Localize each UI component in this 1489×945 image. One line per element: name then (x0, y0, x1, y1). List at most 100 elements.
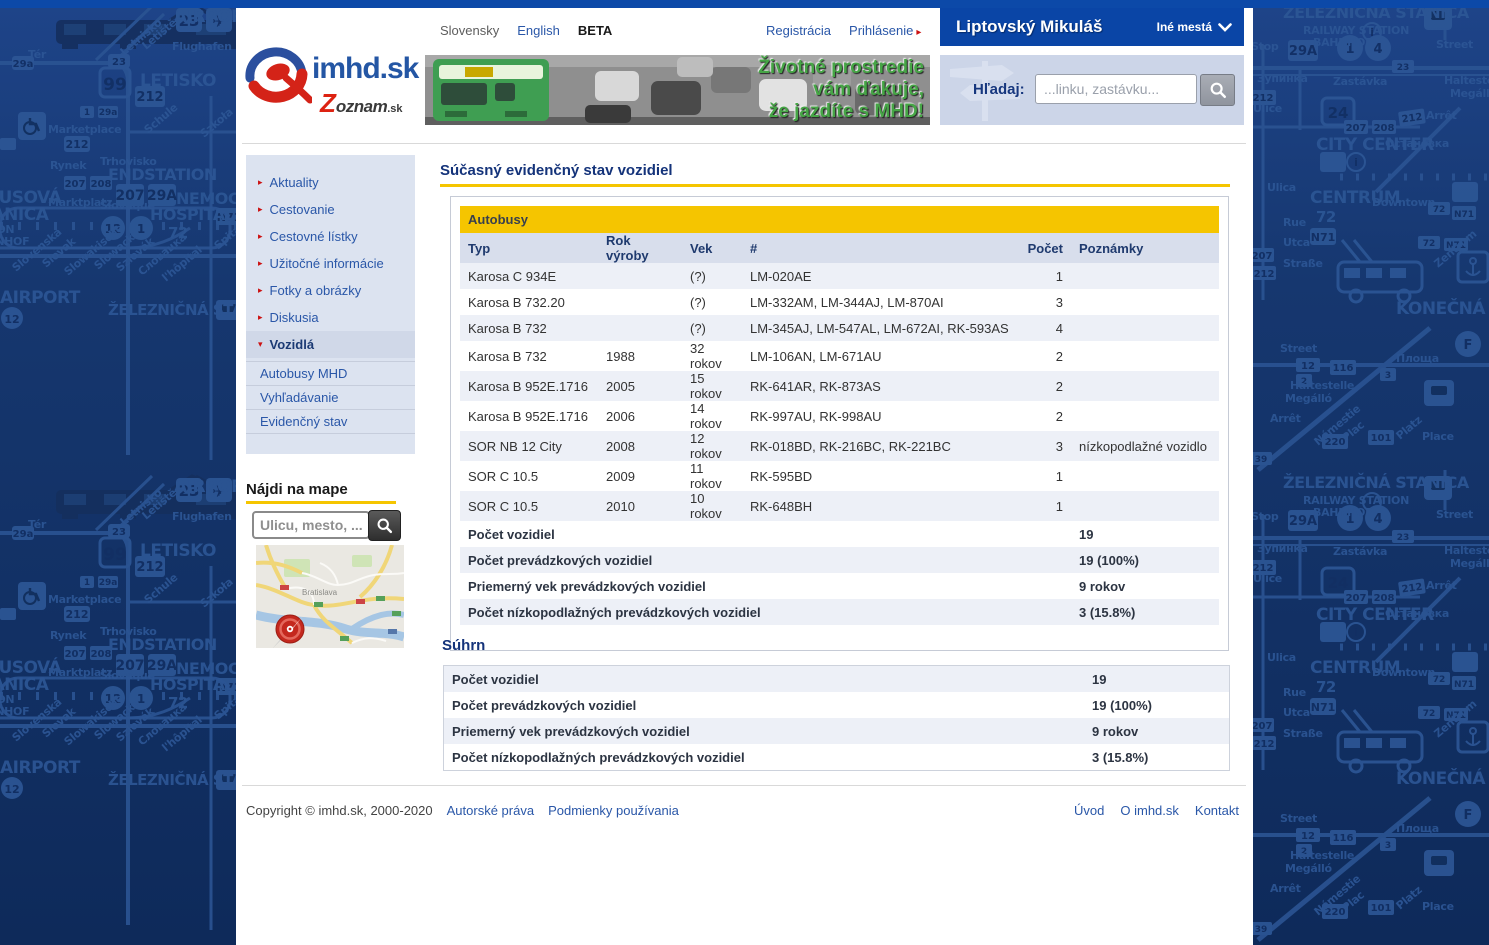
sidebar-subitem-evidencny-stav[interactable]: Evidenčný stav (246, 409, 415, 433)
find-on-map-underline (246, 501, 396, 504)
col-header-poznamky: Poznámky (1071, 233, 1219, 263)
col-header-vek: Vek (682, 233, 742, 263)
cell-pocet: 1 (1019, 491, 1071, 521)
sidebar-item-fotky[interactable]: ▸Fotky a obrázky (246, 277, 415, 304)
vehicle-row: SOR NB 12 City200812 rokovRK-018BD, RK-2… (460, 431, 1219, 461)
sidebar-subitem-vyhladavanie[interactable]: Vyhľadávanie (246, 385, 415, 409)
vehicle-row: Karosa B 952E.1716200614 rokovRK-997AU, … (460, 401, 1219, 431)
stat-label: Počet prevádzkových vozidiel (460, 547, 1071, 573)
footer-link-autorske-prava[interactable]: Autorské práva (447, 803, 534, 818)
vehicle-row: Karosa B 732198832 rokovLM-106AN, LM-671… (460, 341, 1219, 371)
cell-rok-vyroby (598, 289, 682, 315)
map-search-button[interactable] (368, 510, 401, 541)
cell-plates: LM-020AE (742, 263, 1019, 289)
green-bus-icon (433, 59, 549, 121)
stat-label: Priemerný vek prevádzkových vozidiel (460, 573, 1071, 599)
title-underline (440, 184, 1230, 187)
sidebar-item-cestovanie[interactable]: ▸Cestovanie (246, 196, 415, 223)
registration-link[interactable]: Registrácia (766, 23, 831, 38)
search-input[interactable] (1035, 74, 1197, 104)
vehicle-row: Karosa C 934E (?)LM-020AE1 (460, 263, 1219, 289)
banner-slogan: Životné prostredie vám ďakuje, že jazdít… (758, 57, 924, 123)
header-divider (242, 143, 1246, 144)
imhd-logo-icon[interactable] (240, 38, 312, 104)
sidebar-subitem-autobusy-mhd[interactable]: Autobusy MHD (246, 361, 415, 385)
submenu-end-divider (246, 433, 415, 442)
copyright-text: Copyright © imhd.sk, 2000-2020 (246, 803, 433, 818)
zoznam-logo[interactable]: Zoznam.sk (320, 88, 403, 119)
sidebar-menu: ▸Aktuality ▸Cestovanie ▸Cestovné lístky … (246, 155, 415, 454)
summary-label: Počet nízkopodlažných prevádzkových vozi… (444, 744, 1084, 770)
other-cities-label[interactable]: Iné mestá (1157, 20, 1212, 34)
cell-pocet: 1 (1019, 263, 1071, 289)
vozidla-submenu: Autobusy MHD Vyhľadávanie Evidenčný stav (246, 361, 415, 442)
cell-rok-vyroby: 2005 (598, 371, 682, 401)
vehicle-row: Karosa B 732.20(?)LM-332AM, LM-344AJ, LM… (460, 289, 1219, 315)
map-thumbnail[interactable]: Bratislava (256, 545, 404, 648)
cell-plates: RK-018BD, RK-216BC, RK-221BC (742, 431, 1019, 461)
sidebar-item-diskusia[interactable]: ▸Diskusia (246, 304, 415, 331)
cell-plates: RK-641AR, RK-873AS (742, 371, 1019, 401)
cell-typ: Karosa C 934E (460, 263, 598, 289)
summary-value: 19 (1084, 666, 1229, 692)
cell-plates: RK-648BH (742, 491, 1019, 521)
stat-value: 19 (1071, 521, 1219, 547)
autobusy-table-box: Autobusy Typ Rok výroby Vek # Počet Pozn… (450, 196, 1229, 651)
sidebar-item-cestovne-listky[interactable]: ▸Cestovné lístky (246, 223, 415, 250)
sidebar-item-aktuality[interactable]: ▸Aktuality (246, 169, 415, 196)
cell-plates: LM-106AN, LM-671AU (742, 341, 1019, 371)
cell-poznamky: nízkopodlažné vozidlo (1071, 431, 1219, 461)
cell-pocet: 2 (1019, 371, 1071, 401)
summary-row: Počet nízkopodlažných prevádzkových vozi… (444, 744, 1229, 770)
summary-value: 3 (15.8%) (1084, 744, 1229, 770)
cell-poznamky (1071, 461, 1219, 491)
cell-typ: SOR C 10.5 (460, 461, 598, 491)
suhrn-title: Súhrn (442, 637, 485, 654)
sidebar-item-uzitocne-informacie[interactable]: ▸Užitočné informácie (246, 250, 415, 277)
cell-pocet: 2 (1019, 401, 1071, 431)
cell-vek: (?) (682, 289, 742, 315)
cell-typ: Karosa B 732 (460, 341, 598, 371)
lang-english-link[interactable]: English (517, 23, 560, 38)
language-switcher: Slovensky English BETA (440, 23, 612, 38)
summary-label: Priemerný vek prevádzkových vozidiel (444, 718, 1084, 744)
footer-link-o-imhd[interactable]: O imhd.sk (1120, 803, 1179, 818)
search-button[interactable] (1200, 74, 1235, 106)
content-panel: Slovensky English BETA Registrácia Prihl… (236, 8, 1253, 945)
col-header-rok: Rok výroby (598, 233, 682, 263)
cell-poznamky (1071, 491, 1219, 521)
cell-rok-vyroby (598, 315, 682, 341)
sidebar-item-vozidla[interactable]: ▾Vozidlá (246, 331, 415, 358)
cell-typ: SOR C 10.5 (460, 491, 598, 521)
chevron-down-icon (1218, 23, 1232, 32)
current-city: Liptovský Mikuláš (956, 17, 1157, 37)
site-logo-text[interactable]: imhd.sk (312, 52, 418, 86)
autobusy-table: Autobusy Typ Rok výroby Vek # Počet Pozn… (460, 206, 1219, 625)
cell-typ: SOR NB 12 City (460, 431, 598, 461)
login-link[interactable]: Prihlásenie (849, 23, 913, 38)
map-search-input[interactable] (252, 511, 370, 539)
stat-row: Počet nízkopodlažných prevádzkových vozi… (460, 599, 1219, 625)
cell-poznamky (1071, 371, 1219, 401)
vehicle-row: SOR C 10.5200911 rokovRK-595BD1 (460, 461, 1219, 491)
cell-vek: 15 rokov (682, 371, 742, 401)
cell-vek: (?) (682, 315, 742, 341)
cell-typ: Karosa B 952E.1716 (460, 401, 598, 431)
cell-poznamky (1071, 401, 1219, 431)
ad-banner[interactable]: Životné prostredie vám ďakuje, že jazdít… (425, 55, 930, 125)
lang-slovensky: Slovensky (440, 23, 499, 38)
footer-link-kontakt[interactable]: Kontakt (1195, 803, 1239, 818)
city-selector[interactable]: Liptovský Mikuláš Iné mestá (940, 8, 1244, 46)
page: { "header": { "lang_current": "Slovensky… (0, 0, 1489, 945)
find-on-map-heading: Nájdi na mape (246, 481, 348, 498)
account-links: Registrácia Prihlásenie▸ (766, 23, 921, 38)
beta-badge: BETA (578, 23, 612, 38)
bullet-arrow-icon: ▸ (258, 258, 263, 269)
stat-value: 19 (100%) (1071, 547, 1219, 573)
summary-value: 19 (100%) (1084, 692, 1229, 718)
cell-vek: (?) (682, 263, 742, 289)
footer-link-podmienky[interactable]: Podmienky používania (548, 803, 679, 818)
footer-link-uvod[interactable]: Úvod (1074, 803, 1104, 818)
bullet-arrow-icon: ▸ (258, 285, 263, 296)
stat-value: 9 rokov (1071, 573, 1219, 599)
